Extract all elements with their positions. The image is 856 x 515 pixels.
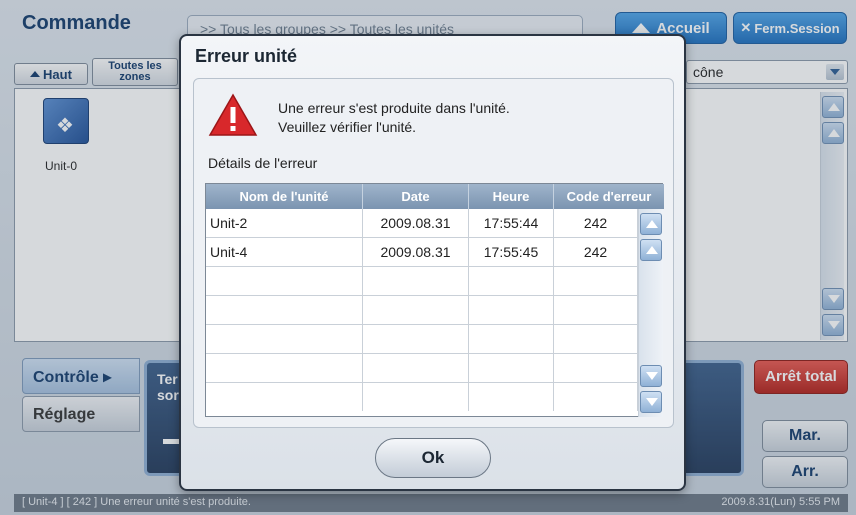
table-scroll-top-button[interactable]: [640, 213, 662, 235]
ok-button[interactable]: Ok: [375, 438, 491, 478]
error-dialog: Erreur unité Une erreur s'est produite d…: [179, 34, 686, 491]
column-header-code: Code d'erreur: [566, 189, 652, 204]
cell-code: 242: [554, 238, 638, 266]
error-message-line2: Veuillez vérifier l'unité.: [278, 119, 417, 135]
table-row: [206, 325, 638, 354]
dialog-body: Une erreur s'est produite dans l'unité. …: [193, 78, 674, 428]
table-row: [206, 267, 638, 296]
table-header: Nom de l'unité Date Heure Code d'erreur: [206, 184, 664, 209]
column-header-date: Date: [363, 184, 469, 209]
cell-code: 242: [554, 209, 638, 237]
cell-unit: Unit-4: [206, 238, 363, 266]
table-scrollbar[interactable]: [638, 209, 663, 417]
table-scroll-down-button[interactable]: [640, 365, 662, 387]
table-row[interactable]: Unit-2 2009.08.31 17:55:44 242: [206, 209, 638, 238]
dialog-title: Erreur unité: [195, 46, 298, 66]
table-row: [206, 296, 638, 325]
cell-time: 17:55:45: [469, 238, 554, 266]
cell-time: 17:55:44: [469, 209, 554, 237]
cell-date: 2009.08.31: [363, 209, 469, 237]
column-header-time: Heure: [469, 184, 554, 209]
table-row[interactable]: Unit-4 2009.08.31 17:55:45 242: [206, 238, 638, 267]
cell-date: 2009.08.31: [363, 238, 469, 266]
error-message-line1: Une erreur s'est produite dans l'unité.: [278, 100, 510, 116]
details-label: Détails de l'erreur: [208, 155, 318, 171]
error-table: Nom de l'unité Date Heure Code d'erreur …: [205, 183, 664, 417]
table-scroll-bottom-button[interactable]: [640, 391, 662, 413]
table-row: [206, 354, 638, 383]
error-message: Une erreur s'est produite dans l'unité. …: [278, 99, 510, 137]
cell-unit: Unit-2: [206, 209, 363, 237]
column-header-unit: Nom de l'unité: [206, 184, 363, 209]
warning-icon: [208, 93, 258, 136]
table-scroll-up-button[interactable]: [640, 239, 662, 261]
table-row: [206, 383, 638, 412]
